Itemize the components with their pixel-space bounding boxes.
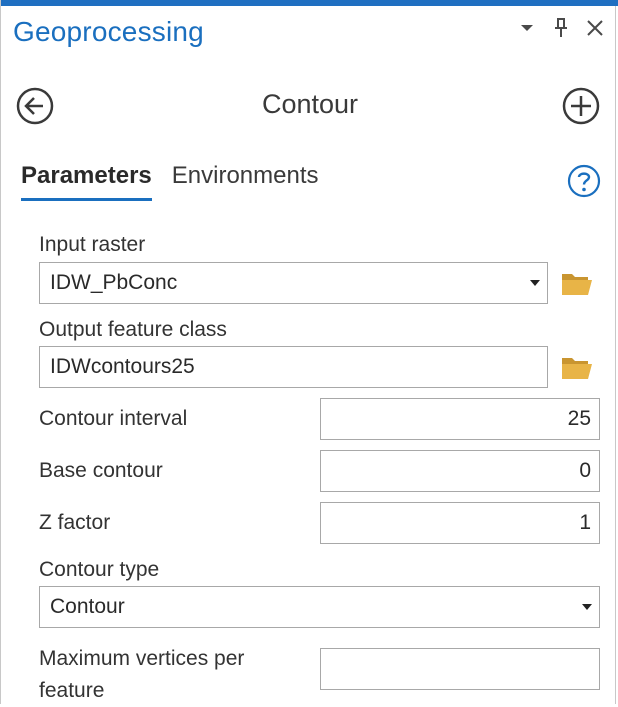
dropdown-arrow-icon[interactable] <box>517 16 537 40</box>
chevron-down-icon <box>523 263 547 303</box>
z-factor-value: 1 <box>579 511 591 534</box>
output-feature-class-value: IDWcontours25 <box>50 355 195 378</box>
z-factor-label: Z factor <box>39 511 111 534</box>
contour-type-value: Contour <box>50 595 125 618</box>
plus-circle-icon <box>562 87 600 125</box>
output-feature-class-input[interactable]: IDWcontours25 <box>39 346 548 388</box>
max-vertices-input[interactable] <box>320 648 600 690</box>
output-feature-class-label: Output feature class <box>39 318 227 341</box>
question-circle-icon <box>567 164 601 198</box>
base-contour-input[interactable]: 0 <box>320 450 600 492</box>
contour-interval-label: Contour interval <box>39 407 188 430</box>
pin-icon[interactable] <box>551 16 571 40</box>
tab-parameters[interactable]: Parameters <box>21 162 152 201</box>
pane-accent-bar <box>1 0 618 6</box>
base-contour-value: 0 <box>579 459 591 482</box>
z-factor-input[interactable]: 1 <box>320 502 600 544</box>
max-vertices-label: Maximum vertices per feature <box>39 647 245 702</box>
pane-window-controls <box>517 16 605 40</box>
tool-title: Contour <box>261 89 359 119</box>
contour-type-label: Contour type <box>39 558 160 581</box>
help-button[interactable] <box>567 164 601 198</box>
input-raster-browse-folder-icon[interactable] <box>560 268 594 298</box>
geoprocessing-pane: Geoprocessing Contour Parameters Environ… <box>0 0 618 704</box>
output-browse-folder-icon[interactable] <box>560 352 594 382</box>
add-button[interactable] <box>561 86 601 126</box>
close-icon[interactable] <box>585 16 605 40</box>
contour-type-select[interactable]: Contour <box>39 586 600 628</box>
tab-bar: Parameters Environments <box>21 162 319 201</box>
chevron-down-icon <box>575 587 599 627</box>
input-raster-value: IDW_PbConc <box>50 271 178 294</box>
input-raster-label: Input raster <box>39 233 146 256</box>
contour-interval-value: 25 <box>567 407 591 430</box>
contour-interval-input[interactable]: 25 <box>320 398 600 440</box>
base-contour-label: Base contour <box>39 459 163 482</box>
pane-title: Geoprocessing <box>13 16 204 47</box>
input-raster-select[interactable]: IDW_PbConc <box>39 262 548 304</box>
tab-environments[interactable]: Environments <box>172 162 319 201</box>
